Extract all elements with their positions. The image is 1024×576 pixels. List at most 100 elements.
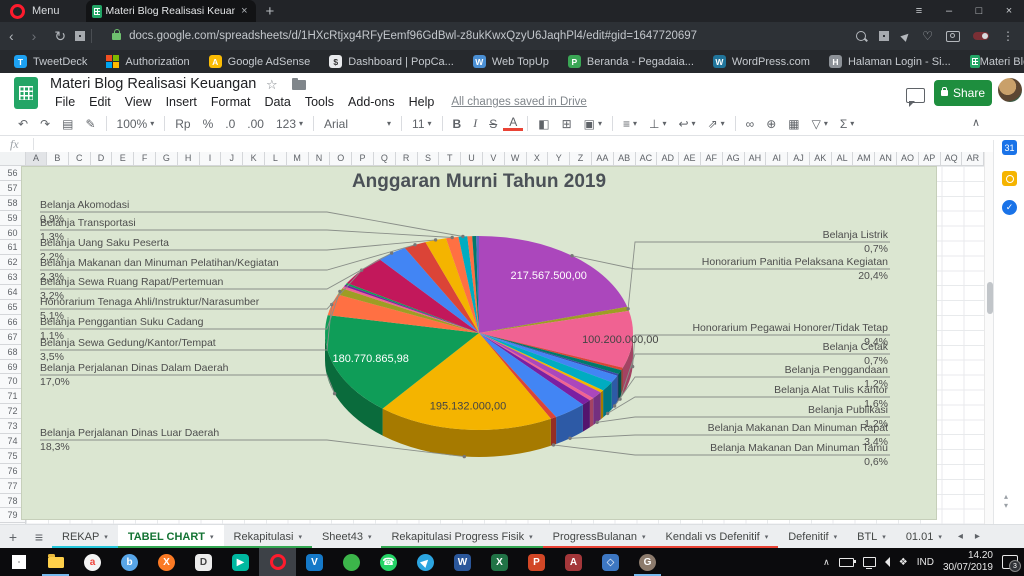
bookmark-beranda-pegadaia[interactable]: PBeranda - Pegadaia... (568, 55, 694, 68)
taskbar-virtualbox[interactable]: ◇ (592, 548, 629, 576)
taskbar-vscode[interactable]: V (296, 548, 333, 576)
formula-bar[interactable]: fx (0, 136, 1024, 153)
menu-tools[interactable]: Tools (298, 95, 341, 109)
zoom-button[interactable]: 100%▾ (111, 117, 161, 131)
col-header-am[interactable]: AM (853, 152, 875, 165)
menu-edit[interactable]: Edit (82, 95, 118, 109)
sheet-tab-01-01[interactable]: 01.01▾ (896, 525, 952, 549)
col-header-y[interactable]: Y (548, 152, 570, 165)
insert-comment-button[interactable]: ⊕ (760, 117, 782, 131)
bookmark-web-topup[interactable]: WWeb TopUp (473, 55, 549, 68)
bookmark-dashboard-popca[interactable]: $Dashboard | PopCa... (329, 55, 454, 68)
network-icon[interactable] (863, 557, 876, 567)
bookmark-halaman-login-si[interactable]: HHalaman Login - Si... (829, 55, 951, 68)
easy-setup-icon[interactable]: ≡ (904, 0, 934, 22)
volume-icon[interactable] (885, 557, 890, 567)
sheet-tab-menu-icon[interactable]: ▾ (765, 533, 769, 541)
extensions-grid-icon[interactable] (879, 31, 889, 41)
tabs-next-icon[interactable]: ▸ (969, 531, 986, 542)
italic-button[interactable]: I (467, 116, 483, 131)
text-rotation-button[interactable]: ⇗▾ (702, 117, 731, 131)
menu-file[interactable]: File (48, 95, 82, 109)
col-header-j[interactable]: J (221, 152, 243, 165)
col-header-a[interactable]: A (26, 152, 47, 165)
bookmark-authorization[interactable]: Authorization (106, 55, 189, 68)
menu-insert[interactable]: Insert (159, 95, 204, 109)
action-center-icon[interactable]: 3 (1002, 555, 1018, 569)
sheet-tab-progressbulanan[interactable]: ProgressBulanan▾ (543, 525, 656, 549)
sheet-tab-menu-icon[interactable]: ▾ (642, 533, 646, 541)
sheet-tab-menu-icon[interactable]: ▾ (210, 533, 214, 541)
bookmark-tweetdeck[interactable]: TTweetDeck (14, 55, 87, 68)
col-header-q[interactable]: Q (374, 152, 396, 165)
back-button[interactable]: ‹ (0, 28, 23, 44)
col-header-h[interactable]: H (178, 152, 200, 165)
pie-slice-side[interactable] (551, 417, 556, 446)
scrollbar-thumb[interactable] (987, 282, 993, 314)
col-header-aj[interactable]: AJ (788, 152, 810, 165)
fill-color-button[interactable]: ◧ (532, 117, 555, 131)
saved-status-link[interactable]: All changes saved in Drive (451, 96, 587, 108)
spreadsheet-grid[interactable]: 5657585960616263646566676869707172737475… (0, 166, 984, 524)
sheet-tab-rekapitulasi-progress-fisik[interactable]: Rekapitulasi Progress Fisik▾ (381, 525, 542, 549)
insert-chart-button[interactable]: ▦ (782, 117, 805, 131)
sheet-tab-btl[interactable]: BTL▾ (847, 525, 896, 549)
col-header-al[interactable]: AL (832, 152, 854, 165)
taskbar-whatsapp[interactable]: ☎ (370, 548, 407, 576)
format-currency-button[interactable]: Rp (169, 117, 196, 131)
sheet-tab-menu-icon[interactable]: ▾ (882, 533, 886, 541)
sheets-product-icon[interactable] (14, 77, 38, 109)
col-header-ag[interactable]: AG (723, 152, 745, 165)
col-header-ai[interactable]: AI (766, 152, 788, 165)
battery-icon[interactable] (839, 558, 854, 567)
increase-decimal-button[interactable]: .00 (241, 117, 270, 131)
collapse-toolbar-icon[interactable]: ∧ (972, 116, 980, 129)
col-header-l[interactable]: L (265, 152, 287, 165)
tab-close-icon[interactable]: × (239, 5, 249, 17)
sheet-tab-rekapitulasi[interactable]: Rekapitulasi▾ (224, 525, 312, 549)
sheet-tab-kendali-vs-defenitif[interactable]: Kendali vs Defenitif▾ (656, 525, 779, 549)
taskbar-access[interactable]: A (555, 548, 592, 576)
col-header-m[interactable]: M (287, 152, 309, 165)
col-header-aa[interactable]: AA (592, 152, 614, 165)
sheet-tab-sheet43[interactable]: Sheet43▾ (312, 525, 382, 549)
col-header-i[interactable]: I (200, 152, 222, 165)
col-header-o[interactable]: O (330, 152, 352, 165)
print-button[interactable]: ▤ (56, 117, 79, 131)
redo-button[interactable]: ↷ (34, 117, 56, 131)
col-header-b[interactable]: B (47, 152, 69, 165)
more-formats-button[interactable]: 123▾ (270, 117, 309, 131)
font-family-button[interactable]: Arial▾ (318, 117, 397, 131)
col-header-c[interactable]: C (69, 152, 91, 165)
text-color-button[interactable]: A (503, 117, 523, 131)
col-header-z[interactable]: Z (570, 152, 592, 165)
col-header-f[interactable]: F (134, 152, 156, 165)
pie-slice-side[interactable] (601, 390, 603, 419)
col-header-ah[interactable]: AH (745, 152, 767, 165)
grid-corner[interactable] (0, 152, 26, 165)
sheet-tab-menu-icon[interactable]: ▾ (368, 533, 372, 541)
search-icon[interactable] (856, 31, 866, 41)
secure-lock-icon[interactable] (112, 33, 121, 40)
horizontal-align-button[interactable]: ≡▾ (617, 117, 643, 131)
sheet-tab-rekap[interactable]: REKAP▾ (52, 525, 118, 549)
col-header-u[interactable]: U (461, 152, 483, 165)
comment-history-icon[interactable] (906, 88, 925, 103)
taskbar-word[interactable]: W (444, 548, 481, 576)
opera-menu-button[interactable]: Menu (32, 5, 60, 17)
sheet-tab-menu-icon[interactable]: ▾ (529, 533, 533, 541)
tabs-prev-icon[interactable]: ◂ (952, 531, 969, 542)
taskbar-excel[interactable]: X (481, 548, 518, 576)
all-sheets-button[interactable]: ≡ (26, 529, 52, 545)
pie-slice-side[interactable] (617, 374, 618, 403)
col-header-r[interactable]: R (396, 152, 418, 165)
col-header-ap[interactable]: AP (919, 152, 941, 165)
menu-format[interactable]: Format (204, 95, 258, 109)
snapshot-icon[interactable] (946, 31, 960, 42)
panel-scroll-arrows[interactable]: ▴▾ (1004, 492, 1008, 510)
bookmark-heart-icon[interactable]: ♡ (922, 29, 933, 43)
opera-logo-icon[interactable] (10, 4, 25, 19)
col-header-af[interactable]: AF (701, 152, 723, 165)
taskbar-dictionary-app[interactable]: D (185, 548, 222, 576)
page-menu-icon[interactable]: ⋮ (1002, 29, 1014, 43)
